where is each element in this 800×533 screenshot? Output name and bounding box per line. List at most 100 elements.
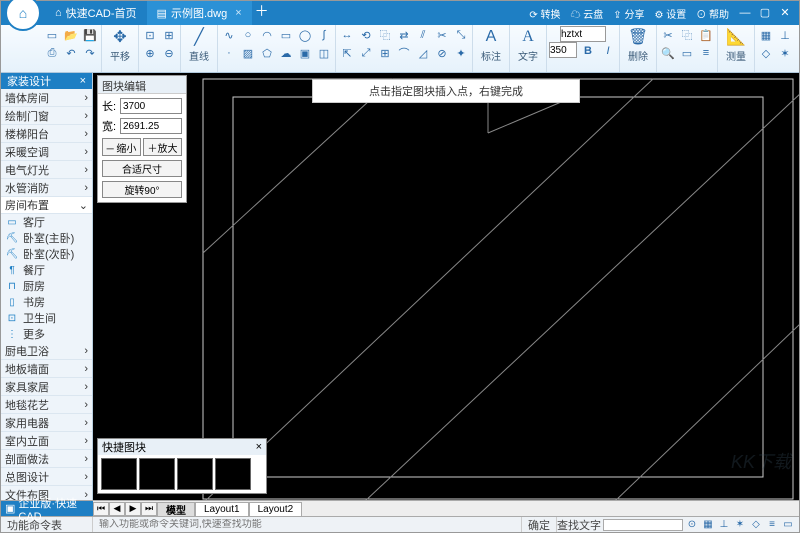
open-icon[interactable]: 📂 bbox=[62, 26, 80, 44]
sidebar-subitem[interactable]: ⊡卫生间 bbox=[1, 310, 92, 326]
array-icon[interactable]: ⊞ bbox=[376, 44, 394, 62]
sidebar-item[interactable]: 采暖空调› bbox=[1, 143, 92, 161]
tab-first[interactable]: ⏮ bbox=[93, 502, 109, 516]
redo-icon[interactable]: ↷ bbox=[81, 44, 99, 62]
command-input[interactable] bbox=[99, 519, 515, 531]
cloud-icon[interactable]: ☁ bbox=[277, 44, 295, 62]
bold-button[interactable]: B bbox=[579, 42, 597, 60]
block-icon[interactable]: ▣ bbox=[296, 44, 314, 62]
sidebar-item[interactable]: 地板墙面› bbox=[1, 360, 92, 378]
ortho-icon[interactable]: ⊥ bbox=[776, 26, 794, 44]
drawing-canvas[interactable]: 点击指定图块插入点，右键完成 图块编辑 长: 宽: ─ 缩小 ＋放大 合适尺寸 … bbox=[93, 73, 799, 500]
grid-icon[interactable]: ▦ bbox=[757, 26, 775, 44]
text-button[interactable]: A 文字 bbox=[512, 26, 544, 63]
new-icon[interactable]: ▭ bbox=[43, 26, 61, 44]
props-icon[interactable]: ≡ bbox=[697, 44, 715, 62]
rect-icon[interactable]: ▭ bbox=[277, 26, 295, 44]
sidebar-item[interactable]: 厨电卫浴› bbox=[1, 342, 92, 360]
polygon-icon[interactable]: ⬠ bbox=[258, 44, 276, 62]
tab-document[interactable]: ▤ 示例图.dwg × bbox=[147, 1, 252, 25]
move-icon[interactable]: ↔ bbox=[338, 26, 356, 44]
status-snap-icon[interactable]: ⊙ bbox=[685, 519, 699, 531]
zoomwin-icon[interactable]: ⊡ bbox=[141, 26, 159, 44]
offset-icon[interactable]: ⫽ bbox=[414, 26, 432, 44]
sidebar-subitem[interactable]: ¶餐厅 bbox=[1, 262, 92, 278]
convert-button[interactable]: ⟳ 转换 bbox=[525, 4, 564, 23]
cloud-button[interactable]: ☁ 云盘 bbox=[567, 4, 608, 23]
explode-icon[interactable]: ✦ bbox=[452, 44, 470, 62]
sidebar-item[interactable]: 绘制门窗› bbox=[1, 107, 92, 125]
cut-icon[interactable]: ✂ bbox=[659, 26, 677, 44]
point-icon[interactable]: · bbox=[220, 44, 238, 62]
textsize-input[interactable] bbox=[549, 42, 577, 58]
italic-button[interactable]: I bbox=[599, 42, 617, 60]
sidebar-item[interactable]: 楼梯阳台› bbox=[1, 125, 92, 143]
break-icon[interactable]: ⊘ bbox=[433, 44, 451, 62]
osnap-icon[interactable]: ◇ bbox=[757, 44, 775, 62]
tab-home[interactable]: ⌂ 快速CAD-首页 bbox=[45, 1, 147, 25]
circle-icon[interactable]: ○ bbox=[239, 26, 257, 44]
close-tab-icon[interactable]: × bbox=[235, 7, 241, 19]
sidebar-item[interactable]: 室内立面› bbox=[1, 432, 92, 450]
spline-icon[interactable]: ∫ bbox=[315, 26, 333, 44]
height-input[interactable] bbox=[120, 118, 182, 134]
hatch-icon[interactable]: ▨ bbox=[239, 44, 257, 62]
lwt-icon[interactable]: ≡ bbox=[795, 44, 800, 62]
line-button[interactable]: ╱ 直线 bbox=[183, 26, 215, 63]
block-thumb[interactable] bbox=[139, 458, 175, 490]
sidebar-subitem[interactable]: ⛏卧室(次卧) bbox=[1, 246, 92, 262]
cmd-table-button[interactable]: 功能命令表 bbox=[1, 517, 93, 532]
sidebar-item[interactable]: 家具家居› bbox=[1, 378, 92, 396]
tab-next[interactable]: ▶ bbox=[125, 502, 141, 516]
sidebar-item[interactable]: 剖面做法› bbox=[1, 450, 92, 468]
sidebar-item[interactable]: 家用电器› bbox=[1, 414, 92, 432]
status-grid-icon[interactable]: ▦ bbox=[701, 519, 715, 531]
rotate-icon[interactable]: ⟲ bbox=[357, 26, 375, 44]
tab-layout2[interactable]: Layout2 bbox=[249, 502, 303, 516]
sidebar-subitem[interactable]: ⊓厨房 bbox=[1, 278, 92, 294]
chamfer-icon[interactable]: ◿ bbox=[414, 44, 432, 62]
polyline-icon[interactable]: ∿ bbox=[220, 26, 238, 44]
quick-close-icon[interactable]: × bbox=[256, 441, 262, 453]
print-icon[interactable]: ⎙ bbox=[43, 44, 61, 62]
sidebar-item[interactable]: 总图设计› bbox=[1, 468, 92, 486]
width-input[interactable] bbox=[120, 98, 182, 114]
sidebar-item-roomlayout[interactable]: 房间布置 ⌄ bbox=[1, 197, 92, 214]
find-icon[interactable]: 🔍 bbox=[659, 44, 677, 62]
pan-button[interactable]: ✥ 平移 bbox=[104, 26, 136, 63]
status-ortho-icon[interactable]: ⊥ bbox=[717, 519, 731, 531]
tab-last[interactable]: ⏭ bbox=[141, 502, 157, 516]
copy-icon[interactable]: ⿻ bbox=[376, 26, 394, 44]
mirror-icon[interactable]: ⇄ bbox=[395, 26, 413, 44]
add-tab-button[interactable]: ＋ bbox=[252, 1, 272, 21]
arc-icon[interactable]: ◠ bbox=[258, 26, 276, 44]
status-polar-icon[interactable]: ✶ bbox=[733, 519, 747, 531]
select-icon[interactable]: ▭ bbox=[678, 44, 696, 62]
fillet-icon[interactable]: ⌒ bbox=[395, 44, 413, 62]
maximize-button[interactable]: ▢ bbox=[755, 4, 775, 22]
sidebar-subitem[interactable]: ▭客厅 bbox=[1, 214, 92, 230]
sidebar-subitem[interactable]: ⛏卧室(主卧) bbox=[1, 230, 92, 246]
block-thumb[interactable] bbox=[101, 458, 137, 490]
find-input[interactable] bbox=[603, 519, 683, 531]
sidebar-item[interactable]: 墙体房间› bbox=[1, 89, 92, 107]
zoomout-icon[interactable]: ⊖ bbox=[160, 44, 178, 62]
close-button[interactable]: ✕ bbox=[775, 4, 795, 22]
save-icon[interactable]: 💾 bbox=[81, 26, 99, 44]
status-model-icon[interactable]: ▭ bbox=[781, 519, 795, 531]
tab-layout1[interactable]: Layout1 bbox=[195, 502, 249, 516]
undo-icon[interactable]: ↶ bbox=[62, 44, 80, 62]
sidebar-item[interactable]: 水管消防› bbox=[1, 179, 92, 197]
share-button[interactable]: ⇪ 分享 bbox=[609, 4, 648, 23]
textstyle-select[interactable] bbox=[560, 26, 606, 42]
trim-icon[interactable]: ✂ bbox=[433, 26, 451, 44]
tab-model[interactable]: 模型 bbox=[157, 502, 195, 516]
help-button[interactable]: ⊙ 帮助 bbox=[692, 4, 733, 23]
scale-icon[interactable]: ⤢ bbox=[357, 44, 375, 62]
grow-button[interactable]: ＋放大 bbox=[143, 138, 182, 156]
polar-icon[interactable]: ✶ bbox=[776, 44, 794, 62]
status-osnap-icon[interactable]: ◇ bbox=[749, 519, 763, 531]
block-thumb[interactable] bbox=[215, 458, 251, 490]
sidebar-item[interactable]: 地毯花艺› bbox=[1, 396, 92, 414]
extend-icon[interactable]: ⤡ bbox=[452, 26, 470, 44]
